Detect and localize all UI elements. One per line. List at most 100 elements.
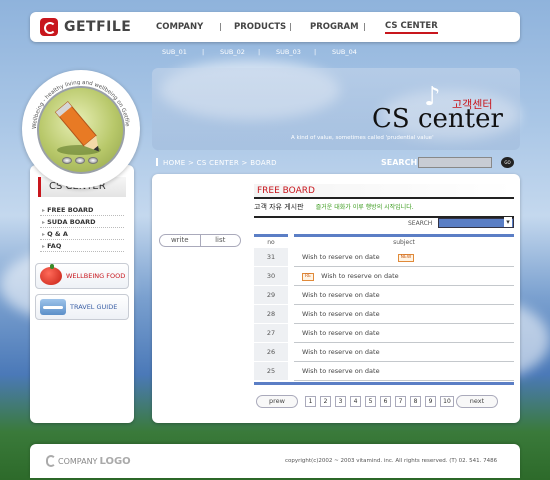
board-subtitle-row: 고객 자유 게시판 즐거운 대화가 이루 행방의 시작입니다. (254, 202, 514, 214)
page-number[interactable]: 3 (335, 396, 346, 407)
column-header-no: no (254, 234, 288, 246)
subnav-sub04[interactable]: SUB_04 (332, 48, 357, 56)
travel-guide-label: TRAVEL GUIDE (70, 303, 118, 311)
sidebar-item-free-board[interactable]: FREE BOARD (42, 206, 93, 214)
nav-program[interactable]: PROGRAM (310, 22, 359, 32)
page-number[interactable]: 10 (440, 396, 454, 407)
emblem-dots (62, 157, 98, 164)
hero-tagline: A kind of value, sometimes called 'prude… (291, 135, 434, 141)
nav-company[interactable]: COMPANY (156, 22, 203, 32)
sidebar-item-qna[interactable]: Q & A (42, 230, 68, 238)
row-number: 28 (254, 305, 288, 324)
subnav-sub01[interactable]: SUB_01 (162, 48, 187, 56)
logo-mark-icon (40, 18, 58, 36)
wellbeing-food-banner[interactable]: WELLBEING FOOD (35, 263, 129, 289)
row-number: 26 (254, 343, 288, 362)
nav-products[interactable]: PRODUCTS (234, 22, 286, 32)
board-search-select[interactable] (438, 217, 514, 228)
table-row[interactable]: 27 Wish to reserve on date (254, 324, 514, 343)
row-subject[interactable]: Wish to reserve on date (294, 286, 514, 305)
row-number: 29 (254, 286, 288, 305)
subnav-separator: | (314, 48, 317, 56)
footer-logo-small: COMPANY (58, 456, 98, 466)
dot-button-icon[interactable] (88, 157, 98, 164)
table-row[interactable]: 26 Wish to reserve on date (254, 343, 514, 362)
list-button[interactable]: list (199, 235, 241, 246)
row-number: 31 (254, 248, 288, 267)
footer-logo-big: LOGO (99, 455, 131, 467)
page-number[interactable]: 7 (395, 396, 406, 407)
row-number: 27 (254, 324, 288, 343)
page-number[interactable]: 2 (320, 396, 331, 407)
row-subject[interactable]: Wish to reserve on date (302, 253, 380, 261)
page-number[interactable]: 8 (410, 396, 421, 407)
board-panel: write list FREE BOARD 고객 자유 게시판 즐거운 대화가 … (152, 174, 520, 423)
row-subject-cell: RE Wish to reserve on date (294, 267, 514, 286)
sidebar-divider (40, 251, 124, 252)
footer: COMPANY LOGO copyright(c)2002 ~ 2003 vit… (30, 444, 520, 478)
travel-guide-banner[interactable]: TRAVEL GUIDE (35, 294, 129, 320)
table-row[interactable]: 25 Wish to reserve on date (254, 362, 514, 381)
new-badge: NEW (397, 254, 415, 262)
page-number[interactable]: 5 (365, 396, 376, 407)
subnav-sub03[interactable]: SUB_03 (276, 48, 301, 56)
row-number: 25 (254, 362, 288, 381)
row-subject[interactable]: Wish to reserve on date (294, 324, 514, 343)
row-number: 30 (254, 267, 288, 286)
board-title: FREE BOARD (254, 184, 514, 199)
page-number[interactable]: 9 (425, 396, 436, 407)
site-logo[interactable]: GETFILE (40, 18, 131, 36)
table-row[interactable]: 30 RE Wish to reserve on date (254, 267, 514, 286)
page-number[interactable]: 1 (305, 396, 316, 407)
nav-separator (364, 23, 365, 31)
airplane-icon (40, 299, 66, 315)
subnav-separator: | (202, 48, 205, 56)
sidebar-divider (40, 227, 124, 228)
search-go-button[interactable]: GO (501, 157, 514, 168)
nav-separator (290, 23, 291, 31)
nav-separator (220, 23, 221, 31)
row-subject[interactable]: Wish to reserve on date (294, 362, 514, 381)
row-subject[interactable]: Wish to reserve on date (294, 305, 514, 324)
sidebar-divider (40, 239, 124, 240)
table-row[interactable]: 31 Wish to reserve on date NEW (254, 248, 514, 267)
page-number[interactable]: 4 (350, 396, 361, 407)
apple-icon (40, 264, 62, 285)
page-number[interactable]: 6 (380, 396, 391, 407)
row-subject-cell: Wish to reserve on date NEW (294, 248, 514, 267)
board-search-label: SEARCH (408, 220, 433, 227)
wellbeing-food-label: WELLBEING FOOD (66, 272, 126, 280)
logo-text: GETFILE (64, 19, 132, 35)
hero-title: CS center (372, 104, 503, 134)
subnav-sub02[interactable]: SUB_02 (220, 48, 245, 56)
board-subtitle: 고객 자유 게시판 (254, 203, 304, 211)
hero-banner: ♪ 고객센터 CS center A kind of value, someti… (152, 68, 520, 150)
search-input[interactable] (418, 157, 492, 168)
dot-button-icon[interactable] (75, 157, 85, 164)
search-label: SEARCH (381, 158, 418, 167)
next-page-button[interactable]: next (456, 395, 498, 408)
subnav-separator: | (258, 48, 261, 56)
column-header-subject: subject (294, 234, 514, 246)
row-subject[interactable]: Wish to reserve on date (294, 343, 514, 362)
table-footer-line (254, 382, 514, 385)
table-row[interactable]: 29 Wish to reserve on date (254, 286, 514, 305)
row-subject[interactable]: Wish to reserve on date (321, 272, 399, 280)
wellbeing-emblem: Wellbeing - healthy living and wellbeing… (22, 70, 140, 188)
write-list-toggle: write list (159, 234, 241, 247)
prev-page-button[interactable]: prew (256, 395, 298, 408)
top-navigation-bar: GETFILE COMPANY PRODUCTS PROGRAM CS CENT… (30, 12, 520, 42)
copyright-text: copyright(c)2002 ~ 2003 vitamind. inc. A… (285, 458, 498, 464)
sidebar-item-faq[interactable]: FAQ (42, 242, 61, 250)
write-button[interactable]: write (160, 235, 200, 246)
breadcrumb: HOME > CS CENTER > BOARD (156, 158, 277, 167)
sidebar-divider (40, 215, 124, 216)
sidebar-item-suda-board[interactable]: SUDA BOARD (42, 218, 95, 226)
company-logo-icon (46, 455, 56, 467)
table-row[interactable]: 28 Wish to reserve on date (254, 305, 514, 324)
dot-button-icon[interactable] (62, 157, 72, 164)
board-highlight: 즐거운 대화가 이루 행방의 시작입니다. (315, 204, 414, 211)
reply-badge: RE (302, 273, 314, 281)
footer-logo[interactable]: COMPANY LOGO (46, 455, 131, 467)
nav-cs-center[interactable]: CS CENTER (385, 21, 438, 34)
